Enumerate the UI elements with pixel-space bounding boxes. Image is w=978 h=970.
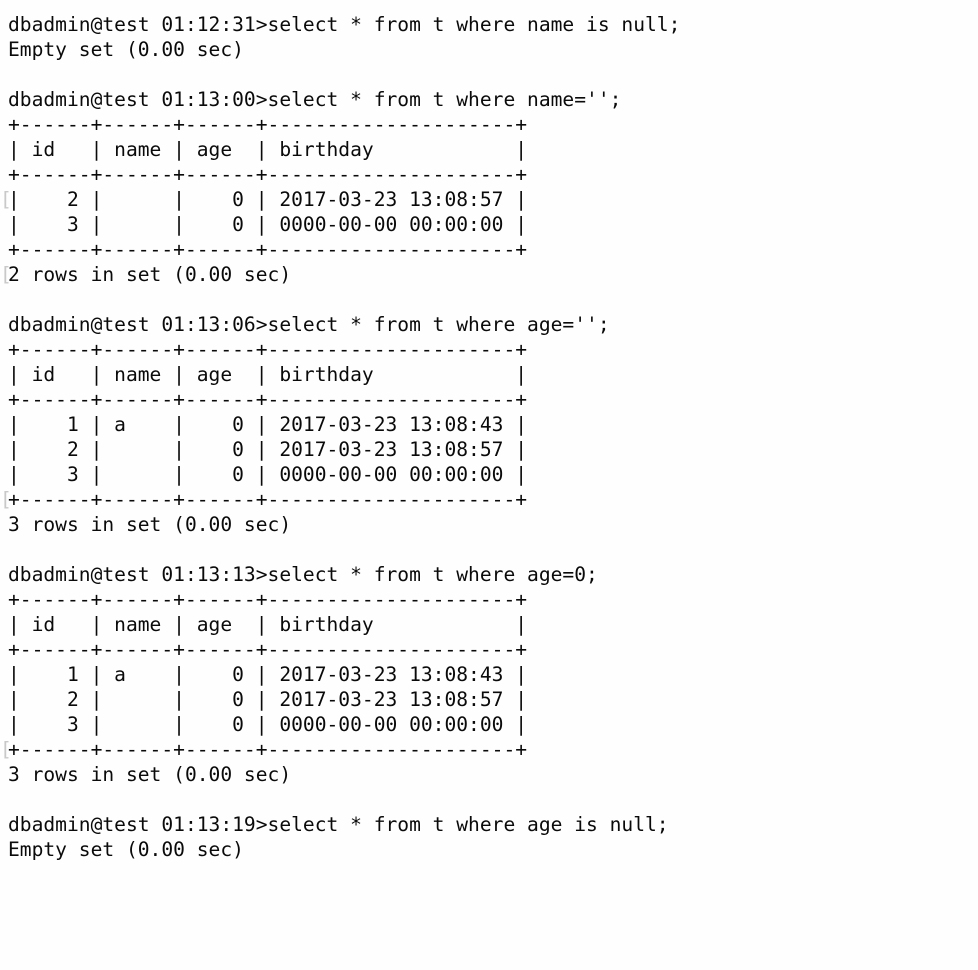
terminal-line-status: 3 rows in set (0.00 sec): [8, 513, 292, 536]
terminal-line-row: | 2 | | 0 | 2017-03-23 13:08:57 |: [0, 187, 978, 212]
terminal-line-separator: +------+------+------+------------------…: [8, 113, 528, 136]
terminal-line-status: Empty set (0.00 sec): [8, 38, 244, 61]
terminal-line-status: Empty set (0.00 sec): [8, 838, 244, 861]
terminal-line-status: 3 rows in set (0.00 sec): [8, 763, 292, 786]
terminal-line-separator: +------+------+------+------------------…: [8, 238, 528, 261]
terminal-output[interactable]: dbadmin@test 01:12:31>select * from t wh…: [0, 12, 978, 862]
terminal-line-prompt: dbadmin@test 01:12:31>select * from t wh…: [8, 13, 681, 36]
terminal-line-separator: +------+------+------+------------------…: [8, 338, 528, 361]
terminal-line-row: | 2 | | 0 | 2017-03-23 13:08:57 |: [8, 438, 528, 461]
terminal-line-prompt: dbadmin@test 01:13:13>select * from t wh…: [8, 563, 598, 586]
terminal-window[interactable]: dbadmin@test 01:12:31>select * from t wh…: [0, 0, 978, 970]
terminal-line-separator: +------+------+------+------------------…: [8, 638, 528, 661]
terminal-line-separator: +------+------+------+------------------…: [0, 487, 978, 512]
terminal-line-row: | 1 | a | 0 | 2017-03-23 13:08:43 |: [8, 663, 528, 686]
terminal-line-prompt: dbadmin@test 01:13:00>select * from t wh…: [8, 88, 622, 111]
terminal-line-header: | id | name | age | birthday |: [8, 138, 528, 161]
terminal-line-row: | 3 | | 0 | 0000-00-00 00:00:00 |: [8, 713, 528, 736]
terminal-line-header: | id | name | age | birthday |: [8, 363, 528, 386]
terminal-line-row: | 2 | | 0 | 2017-03-23 13:08:57 |: [8, 688, 528, 711]
terminal-line-prompt: dbadmin@test 01:13:06>select * from t wh…: [8, 313, 610, 336]
terminal-line-separator: +------+------+------+------------------…: [8, 588, 528, 611]
terminal-line-row: | 3 | | 0 | 0000-00-00 00:00:00 |: [8, 213, 528, 236]
terminal-line-header: | id | name | age | birthday |: [8, 613, 528, 636]
terminal-line-separator: +------+------+------+------------------…: [8, 163, 528, 186]
terminal-line-row: | 1 | a | 0 | 2017-03-23 13:08:43 |: [8, 413, 528, 436]
terminal-line-status: 2 rows in set (0.00 sec): [0, 262, 978, 287]
terminal-line-row: | 3 | | 0 | 0000-00-00 00:00:00 |: [8, 463, 528, 486]
terminal-line-separator: +------+------+------+------------------…: [0, 737, 978, 762]
terminal-line-separator: +------+------+------+------------------…: [8, 388, 528, 411]
terminal-line-prompt: dbadmin@test 01:13:19>select * from t wh…: [8, 813, 669, 836]
